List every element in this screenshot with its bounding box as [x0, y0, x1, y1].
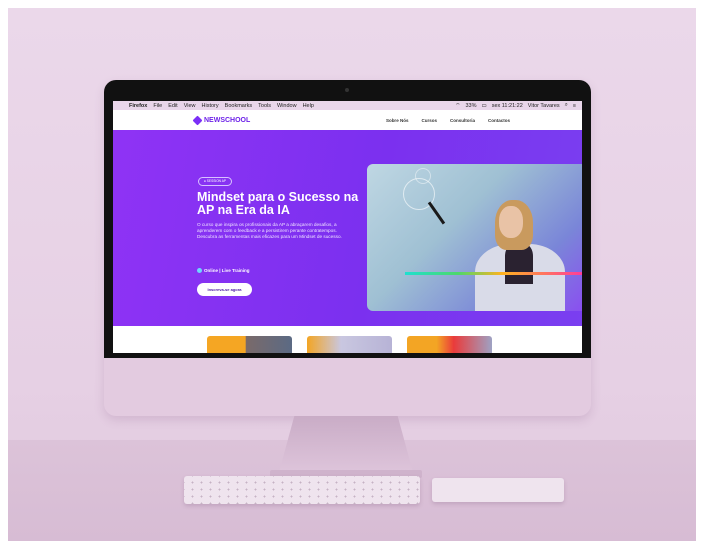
menu-history[interactable]: History: [202, 103, 219, 109]
nav-link-contactos[interactable]: Contactos: [488, 118, 510, 123]
globe-icon: [197, 268, 202, 273]
menu-file[interactable]: File: [153, 103, 162, 109]
hero-description: O curso que inspira os profissionais da …: [197, 222, 342, 240]
menu-window[interactable]: Window: [277, 103, 297, 109]
course-card[interactable]: [307, 336, 392, 353]
gradient-accent-bar: [405, 272, 582, 275]
menu-view[interactable]: View: [184, 103, 196, 109]
control-center-icon[interactable]: ≡: [573, 103, 576, 109]
monitor-stand: [278, 416, 414, 476]
course-cards-row: [113, 326, 582, 353]
trackpad: [432, 478, 564, 502]
session-badge: ● SESSION AP: [198, 177, 232, 186]
course-card[interactable]: [407, 336, 492, 353]
hero-image: [367, 164, 582, 311]
woman-top: [505, 244, 533, 284]
monitor-bezel: Firefox File Edit View History Bookmarks…: [104, 80, 591, 358]
site-logo[interactable]: NEWSCHOOL: [204, 117, 250, 124]
battery-percent[interactable]: 33%: [465, 103, 476, 109]
spotlight-search-icon[interactable]: ⌕: [565, 102, 568, 109]
training-mode-label: Online | Live Training: [204, 268, 250, 273]
nav-link-sobre-nos[interactable]: Sobre Nós: [386, 118, 409, 123]
site-navbar: NEWSCHOOL Sobre Nós Cursos Consultoria C…: [113, 110, 582, 130]
woman-face: [499, 206, 523, 238]
menu-edit[interactable]: Edit: [168, 103, 177, 109]
hero-section: ● SESSION AP Mindset para o Sucesso na A…: [113, 130, 582, 326]
menu-help[interactable]: Help: [303, 103, 314, 109]
course-card[interactable]: [207, 336, 292, 353]
keyboard: [184, 476, 420, 504]
hero-title: Mindset para o Sucesso na AP na Era da I…: [197, 190, 359, 217]
imac-monitor: Firefox File Edit View History Bookmarks…: [104, 80, 591, 416]
newschool-logo-icon[interactable]: [192, 115, 203, 125]
pen: [427, 201, 446, 225]
nav-link-consultoria[interactable]: Consultoria: [450, 118, 475, 123]
enroll-button[interactable]: Inscreva-se agora: [197, 283, 252, 296]
camera-icon: [345, 88, 349, 92]
wifi-icon[interactable]: ⌔: [455, 102, 460, 109]
battery-icon[interactable]: ▭: [481, 103, 486, 109]
mac-menubar: Firefox File Edit View History Bookmarks…: [113, 101, 582, 110]
photo-scene: Firefox File Edit View History Bookmarks…: [8, 8, 696, 541]
nav-link-cursos[interactable]: Cursos: [421, 118, 437, 123]
monitor-screen: Firefox File Edit View History Bookmarks…: [113, 101, 582, 353]
clock[interactable]: sex 11:21:22: [492, 103, 523, 109]
menu-tools[interactable]: Tools: [258, 103, 271, 109]
training-mode: Online | Live Training: [197, 268, 250, 273]
user-name[interactable]: Vitor Tavares: [528, 103, 560, 109]
site-nav-links: Sobre Nós Cursos Consultoria Contactos: [386, 118, 510, 123]
hologram-circle-small: [415, 168, 431, 184]
menu-firefox[interactable]: Firefox: [129, 103, 147, 109]
menu-bookmarks[interactable]: Bookmarks: [225, 103, 253, 109]
